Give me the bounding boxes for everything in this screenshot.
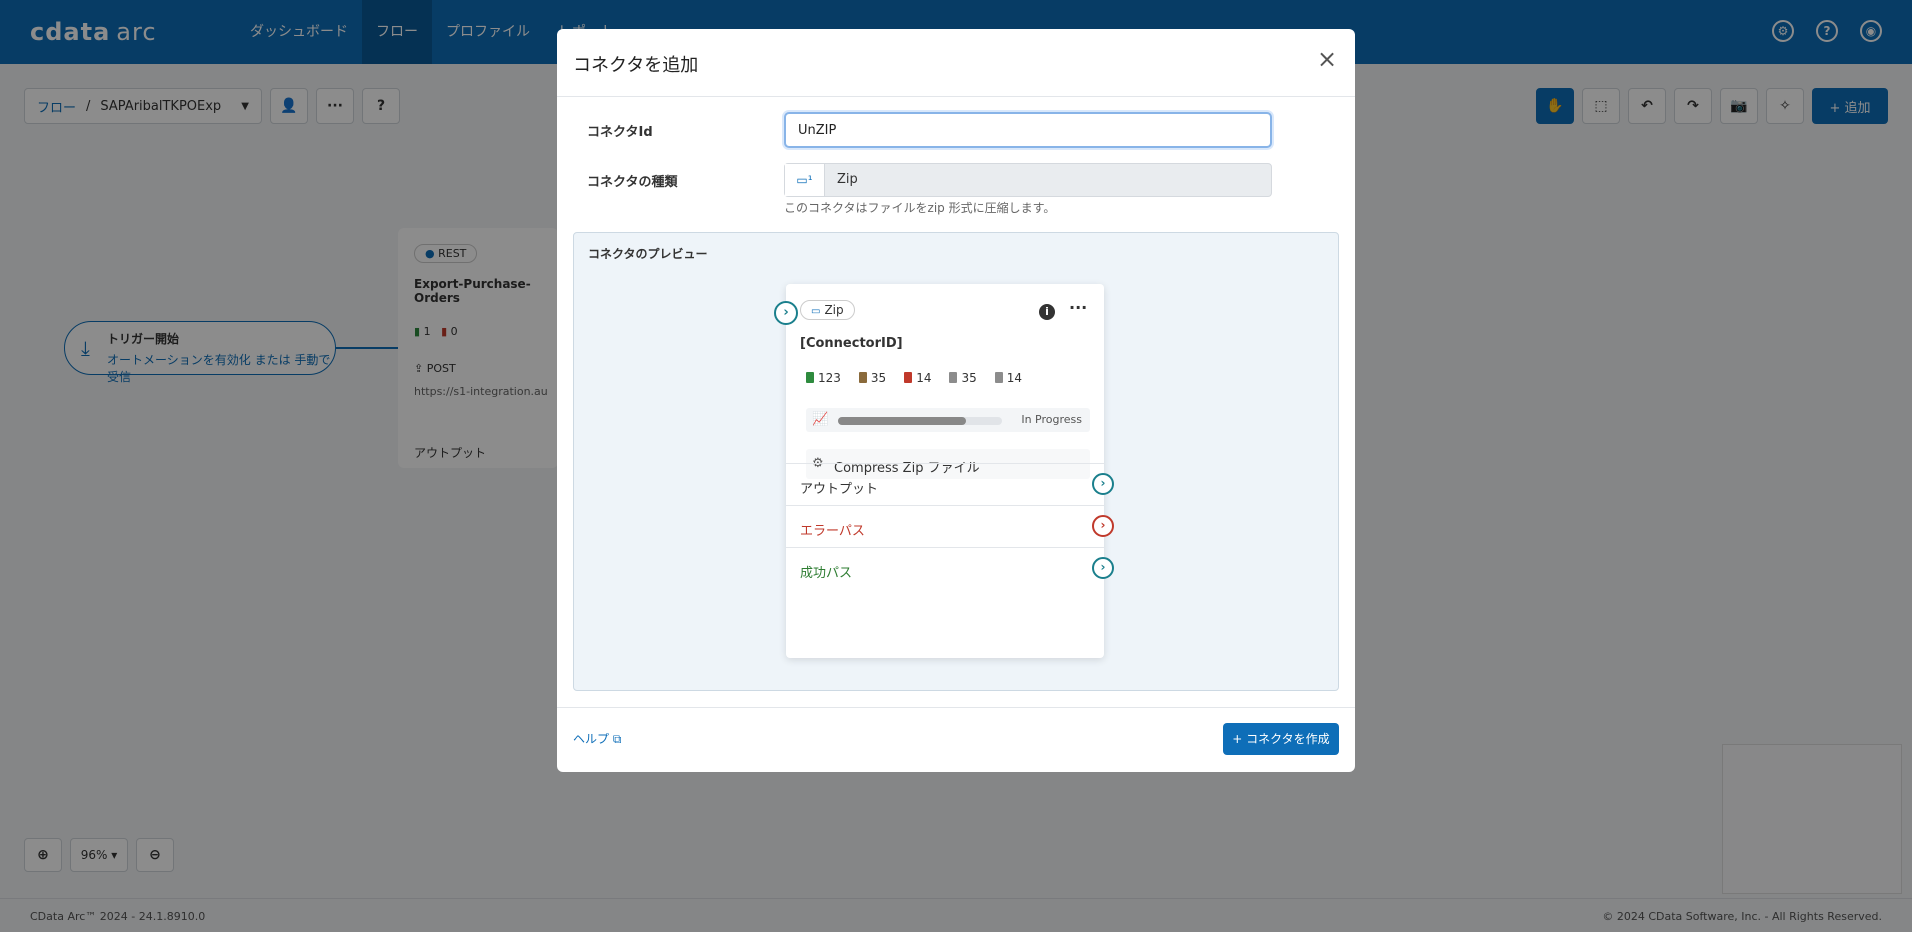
hourglass-icon <box>994 372 1003 383</box>
connector-preview-panel: コネクタのプレビュー › ▭ Zip i ··· [ConnectorID] 12… <box>573 232 1339 691</box>
row-label: エラーパス <box>800 524 865 539</box>
output-row: アウトプット › <box>786 463 1114 505</box>
info-icon: i <box>1039 304 1055 320</box>
connector-type-label: コネクタの種類 <box>587 175 678 190</box>
input-port-icon: › <box>774 301 798 325</box>
progress-status: In Progress <box>1021 413 1082 426</box>
file-skipped-count: 35 <box>949 371 977 385</box>
zip-icon: ▭¹ <box>785 164 825 196</box>
modal-title: コネクタを追加 <box>573 55 699 76</box>
error-path-row: エラーパス › <box>786 505 1114 547</box>
file-waiting-count: 14 <box>994 371 1022 385</box>
row-label: 成功パス <box>800 566 853 581</box>
file-pending-count: 35 <box>858 371 886 385</box>
more-options-icon: ··· <box>1069 298 1088 317</box>
zip-icon: ▭ <box>811 306 821 317</box>
preview-connector-id: [ConnectorID] <box>800 336 903 351</box>
row-label: アウトプット <box>800 482 879 497</box>
progress-bar-fill <box>838 417 966 425</box>
success-port-icon: › <box>1092 557 1114 579</box>
connector-type-value: Zip <box>837 172 858 187</box>
success-path-row: 成功パス › <box>786 547 1114 589</box>
file-error-count: 14 <box>904 371 931 385</box>
file-success-icon <box>806 372 814 383</box>
file-error-icon <box>904 372 913 383</box>
connector-type-badge: ▭ Zip <box>800 300 855 320</box>
connector-type-hint: このコネクタはファイルをzip 形式に圧縮します。 <box>784 201 1056 215</box>
add-connector-modal: コネクタを追加 × コネクタId コネクタの種類 ▭¹ Zip このコネクタはフ… <box>557 29 1355 772</box>
output-port-icon: › <box>1092 473 1114 495</box>
error-port-icon: › <box>1092 515 1114 537</box>
file-skipped-icon <box>949 372 958 383</box>
file-success-count: 123 <box>806 371 841 385</box>
preview-connector-card: › ▭ Zip i ··· [ConnectorID] 123 35 14 35 … <box>774 284 1114 658</box>
connector-id-label: コネクタId <box>587 125 653 140</box>
modal-header: コネクタを追加 × <box>557 29 1355 97</box>
preview-counts: 123 35 14 35 14 <box>806 371 1022 385</box>
file-pending-icon <box>858 372 867 383</box>
external-link-icon: ⧉ <box>612 732 622 746</box>
connector-type-field: ▭¹ Zip <box>784 163 1272 197</box>
connector-id-input[interactable] <box>784 112 1272 148</box>
close-icon[interactable]: × <box>1313 45 1341 73</box>
progress-bar <box>838 417 1002 425</box>
help-link[interactable]: ヘルプ ⧉ <box>573 730 621 747</box>
progress-row: 📈 In Progress <box>806 408 1090 432</box>
chart-icon: 📈 <box>812 412 829 427</box>
modal-footer: ヘルプ ⧉ + コネクタを作成 <box>557 707 1355 772</box>
preview-title: コネクタのプレビュー <box>588 247 708 261</box>
create-connector-button[interactable]: + コネクタを作成 <box>1223 723 1339 755</box>
